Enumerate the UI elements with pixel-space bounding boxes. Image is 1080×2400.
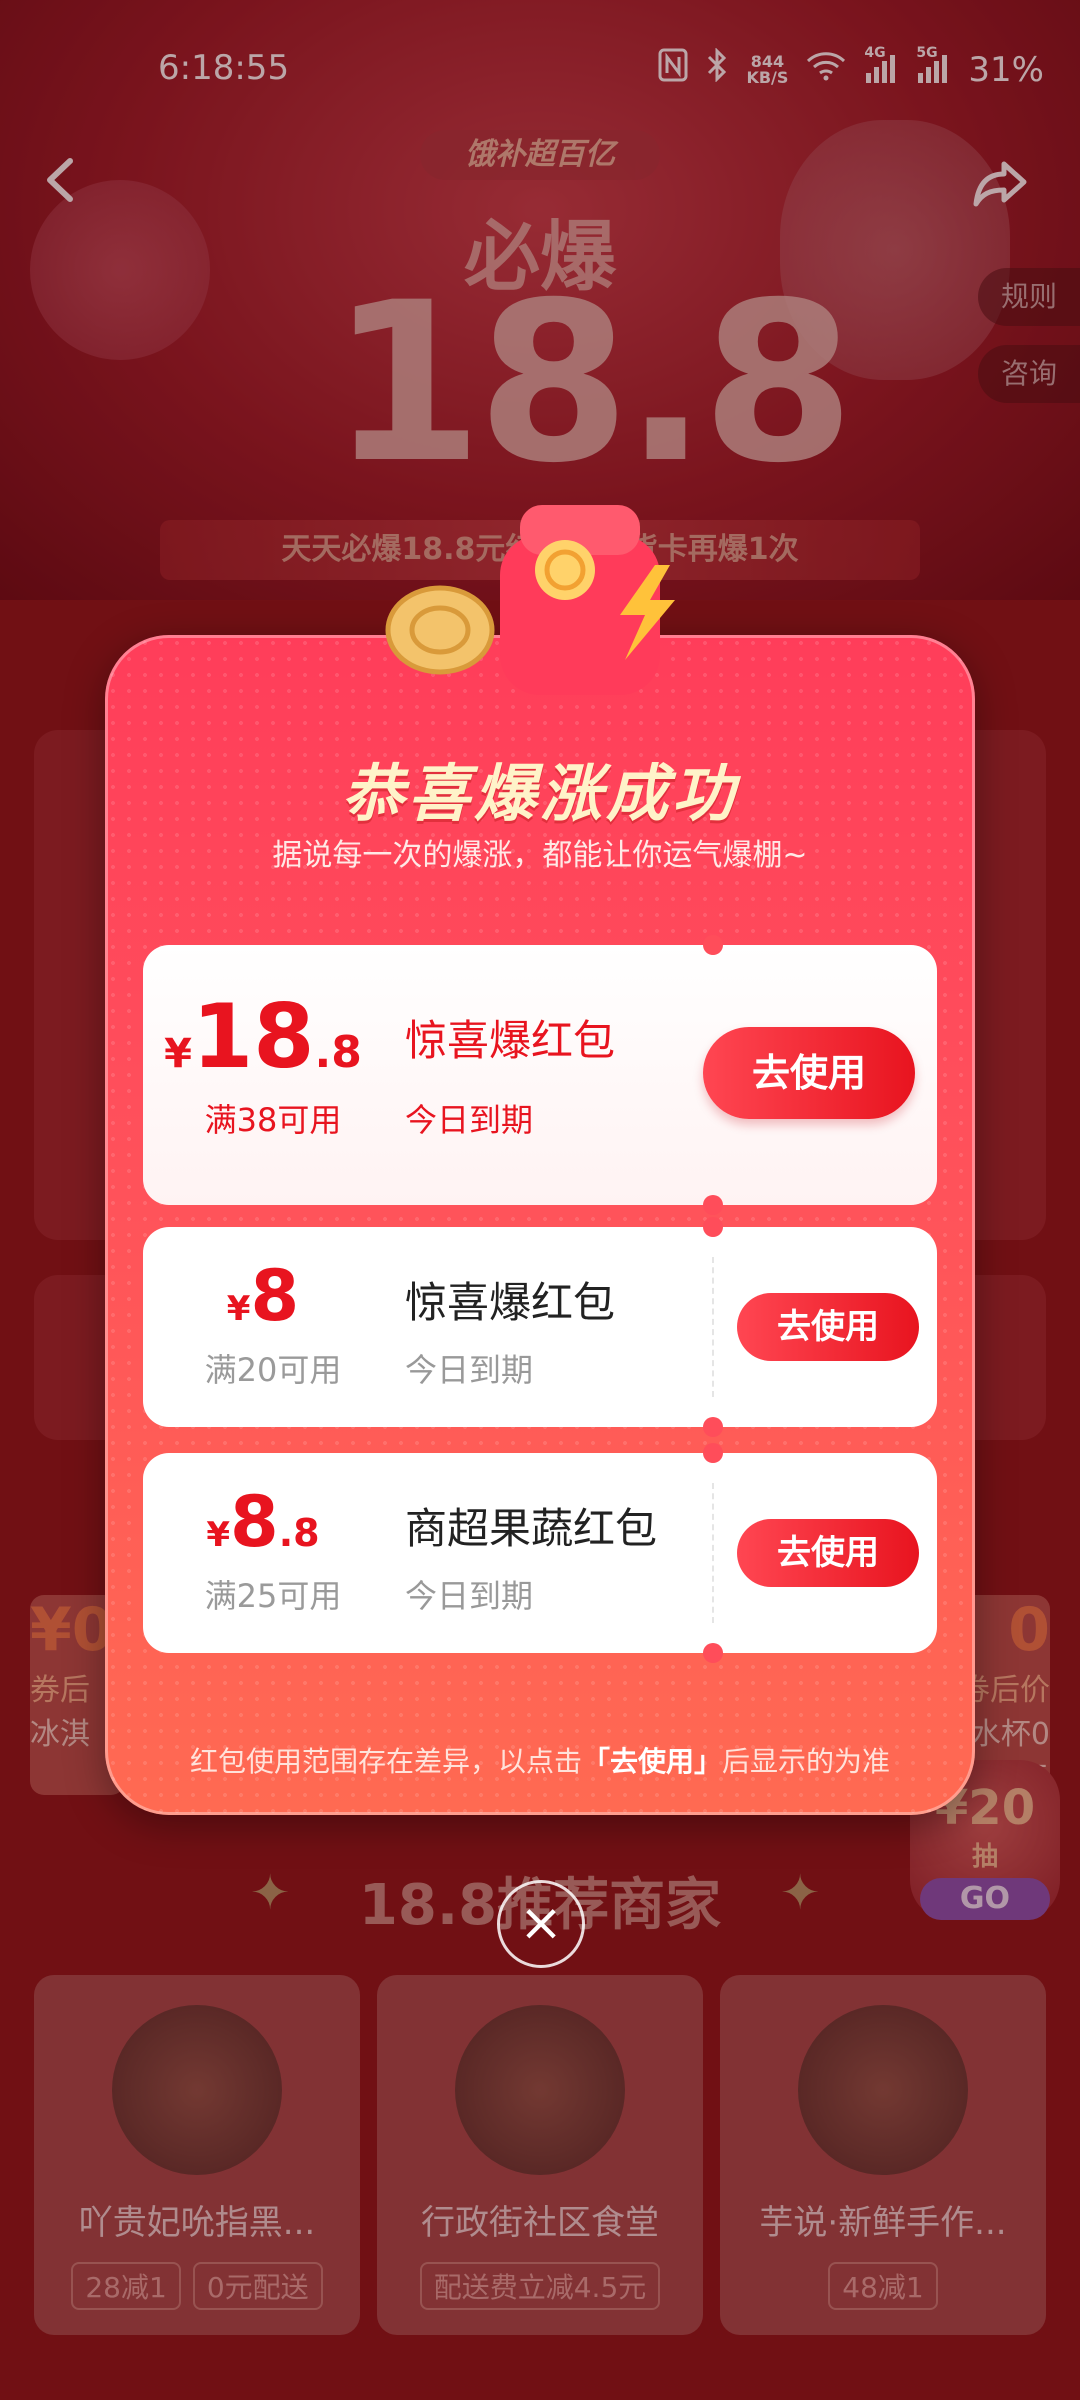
use-coupon-button[interactable]: 去使用 xyxy=(737,1293,919,1361)
coupon-amount: ¥8 xyxy=(226,1255,300,1337)
modal-title: 恭喜爆涨成功 xyxy=(341,757,738,830)
modal-footer-note: 红包使用范围存在差异，以点击「去使用」后显示的为准 xyxy=(189,1745,891,1778)
use-coupon-button[interactable]: 去使用 xyxy=(703,1027,915,1119)
coupon-expiry: 今日到期 xyxy=(405,1577,534,1615)
coupon-condition: 满25可用 xyxy=(204,1577,342,1615)
coupon-expiry: 今日到期 xyxy=(405,1101,534,1139)
success-modal: 恭喜爆涨成功 据说每一次的爆涨，都能让你运气爆棚~ ¥18.8 满38可用 惊喜… xyxy=(105,635,975,1815)
coupon-name: 商超果蔬红包 xyxy=(405,1504,658,1553)
coupon-condition: 满20可用 xyxy=(204,1351,342,1389)
use-coupon-button[interactable]: 去使用 xyxy=(737,1519,919,1587)
coupon-name: 惊喜爆红包 xyxy=(405,1016,616,1065)
coupon-condition: 满38可用 xyxy=(204,1101,342,1139)
coupon-card: ¥18.8 满38可用 惊喜爆红包 今日到期 去使用 xyxy=(143,935,937,1215)
coupon-name: 惊喜爆红包 xyxy=(405,1278,616,1327)
coupon-expiry: 今日到期 xyxy=(405,1351,534,1389)
close-icon[interactable]: × xyxy=(497,1880,585,1968)
red-packet-icon xyxy=(380,495,700,715)
coupon-card: ¥8 满20可用 惊喜爆红包 今日到期 去使用 xyxy=(143,1217,937,1437)
coupon-amount: ¥18.8 xyxy=(164,985,362,1088)
coupon-card: ¥8.8 满25可用 商超果蔬红包 今日到期 去使用 xyxy=(143,1443,937,1663)
coupon-amount: ¥8.8 xyxy=(206,1481,320,1563)
modal-subtitle: 据说每一次的爆涨，都能让你运气爆棚~ xyxy=(272,838,808,873)
